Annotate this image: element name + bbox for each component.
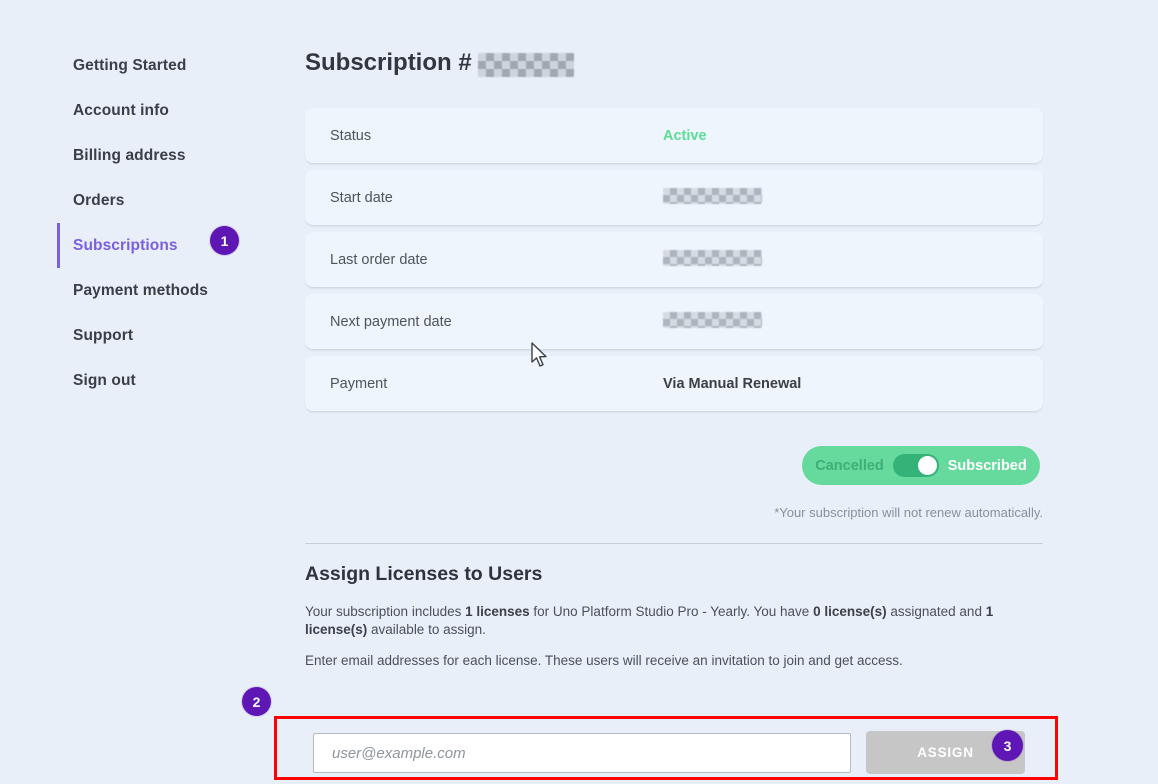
annotation-step-3-badge: 3 (992, 730, 1023, 761)
redacted-last-order-date (663, 250, 762, 266)
sidebar-item-support[interactable]: Support (57, 313, 297, 358)
annotation-step-2-badge: 2 (242, 687, 271, 716)
license-summary-text: Your subscription includes 1 licenses fo… (305, 603, 1045, 639)
row-label: Start date (330, 190, 393, 206)
row-label: Status (330, 128, 371, 144)
assign-licenses-heading: Assign Licenses to Users (305, 563, 542, 586)
row-label: Payment (330, 376, 387, 392)
subscription-details-table: Status Active Start date Last order date… (305, 108, 1043, 418)
table-row-last-order-date: Last order date (305, 232, 1043, 287)
sidebar-item-getting-started[interactable]: Getting Started (57, 43, 297, 88)
section-divider (305, 543, 1043, 544)
annotation-step-1-badge: 1 (210, 226, 239, 255)
toggle-subscribed-label: Subscribed (948, 458, 1027, 474)
sidebar-item-account-info[interactable]: Account info (57, 88, 297, 133)
toggle-cancelled-label: Cancelled (815, 458, 884, 474)
sidebar-item-subscriptions[interactable]: Subscriptions (57, 223, 297, 268)
toggle-knob (918, 456, 937, 475)
subscription-status-toggle[interactable]: Cancelled Subscribed (802, 446, 1040, 485)
sidebar-item-orders[interactable]: Orders (57, 178, 297, 223)
table-row-payment: Payment Via Manual Renewal (305, 356, 1043, 411)
page-title-text: Subscription # (305, 49, 472, 77)
license-instruction-text: Enter email addresses for each license. … (305, 653, 1045, 668)
redacted-subscription-id (478, 53, 574, 77)
subscription-page: Getting Started Account info Billing add… (0, 0, 1158, 784)
sidebar-item-billing-address[interactable]: Billing address (57, 133, 297, 178)
row-label: Next payment date (330, 314, 452, 330)
sidebar-item-payment-methods[interactable]: Payment methods (57, 268, 297, 313)
license-email-input[interactable] (313, 733, 851, 773)
sidebar-item-sign-out[interactable]: Sign out (57, 358, 297, 403)
page-title: Subscription # (305, 49, 574, 77)
account-sidebar: Getting Started Account info Billing add… (57, 43, 297, 403)
table-row-start-date: Start date (305, 170, 1043, 225)
payment-method-value: Via Manual Renewal (663, 376, 801, 392)
row-label: Last order date (330, 252, 428, 268)
table-row-next-payment-date: Next payment date (305, 294, 1043, 349)
redacted-next-payment-date (663, 312, 762, 328)
renewal-footnote: *Your subscription will not renew automa… (305, 505, 1043, 520)
redacted-start-date (663, 188, 762, 204)
table-row-status: Status Active (305, 108, 1043, 163)
toggle-switch[interactable] (893, 454, 939, 477)
status-badge: Active (663, 128, 707, 144)
